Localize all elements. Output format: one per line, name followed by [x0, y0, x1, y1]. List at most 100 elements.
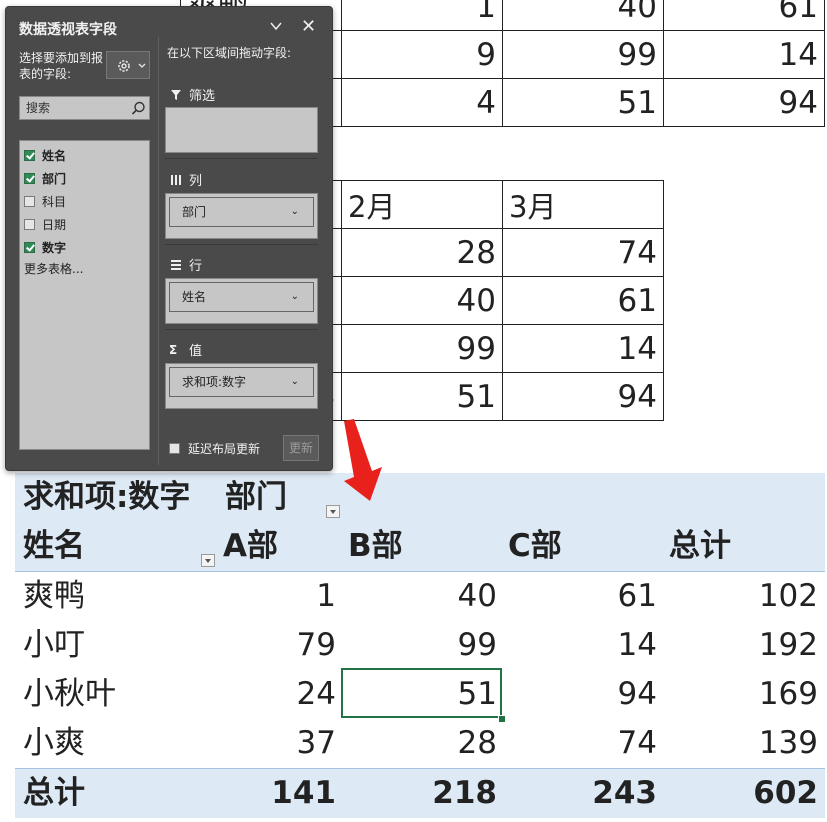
- field-item-department[interactable]: 部门: [20, 167, 149, 190]
- cell[interactable]: 51: [502, 78, 664, 127]
- field-item-name[interactable]: 姓名: [20, 144, 149, 167]
- cell[interactable]: 74: [502, 228, 664, 277]
- field-item-number[interactable]: 数字: [20, 236, 149, 259]
- area-separator: [165, 244, 318, 245]
- update-button[interactable]: 更新: [283, 435, 319, 461]
- rows-field-chip[interactable]: 姓名 ⌄: [169, 282, 314, 312]
- pivot-data-row: 小爽 37 28 74 139: [15, 719, 825, 768]
- search-input[interactable]: [20, 97, 132, 119]
- gear-icon: [118, 60, 130, 72]
- pivot-value-cell[interactable]: 99: [346, 621, 497, 670]
- pivot-grand-total-label[interactable]: 总计: [23, 769, 85, 818]
- column-filter-dropdown-icon[interactable]: [326, 505, 340, 518]
- filter-drop-area[interactable]: [165, 107, 318, 153]
- chevron-down-icon[interactable]: ⌄: [291, 283, 299, 311]
- chevron-down-icon[interactable]: ⌄: [291, 368, 299, 396]
- pivot-data-row: 小叮 79 99 14 192: [15, 621, 825, 670]
- tools-button[interactable]: [106, 51, 150, 79]
- pane-title: 数据透视表字段: [19, 22, 117, 38]
- chevron-down-icon: [138, 63, 146, 68]
- cell[interactable]: 28: [341, 228, 503, 277]
- defer-update-checkbox[interactable]: [169, 443, 180, 454]
- checkbox-checked[interactable]: [24, 173, 35, 184]
- pivot-value-cell[interactable]: 40: [346, 572, 497, 621]
- values-drop-area[interactable]: 求和项:数字 ⌄: [165, 363, 318, 409]
- pivot-value-cell[interactable]: 169: [667, 670, 818, 719]
- field-item-subject[interactable]: 科目: [20, 190, 149, 213]
- pivot-value-cell[interactable]: 24: [185, 670, 336, 719]
- pivot-value-cell[interactable]: 102: [667, 572, 818, 621]
- values-field-chip[interactable]: 求和项:数字 ⌄: [169, 367, 314, 397]
- cell[interactable]: 99: [341, 324, 503, 373]
- field-label: 数字: [42, 241, 67, 255]
- pivot-value-cell[interactable]: 74: [506, 719, 657, 768]
- pivot-value-cell[interactable]: 192: [667, 621, 818, 670]
- row-filter-dropdown-icon[interactable]: [201, 554, 215, 567]
- pivot-total-cell[interactable]: 243: [506, 769, 657, 818]
- cell[interactable]: 9: [341, 30, 503, 79]
- pivot-column-header[interactable]: C部: [508, 522, 562, 571]
- pivot-row-label[interactable]: 小叮: [23, 621, 85, 670]
- pivot-value-cell[interactable]: 28: [346, 719, 497, 768]
- cell[interactable]: 94: [663, 78, 825, 127]
- columns-icon: [171, 174, 181, 185]
- pane-divider: [158, 37, 159, 465]
- fill-handle[interactable]: [498, 715, 506, 723]
- pivot-row-label[interactable]: 小秋叶: [23, 670, 116, 719]
- pivot-column-header[interactable]: B部: [348, 522, 403, 571]
- pivot-value-cell[interactable]: 37: [185, 719, 336, 768]
- cell[interactable]: 14: [663, 30, 825, 79]
- cell[interactable]: 51: [341, 372, 503, 421]
- pivot-value-cell[interactable]: 139: [667, 719, 818, 768]
- chevron-down-icon[interactable]: [269, 19, 283, 33]
- area-separator: [165, 329, 318, 330]
- pivot-value-cell[interactable]: 94: [506, 670, 657, 719]
- columns-field-chip[interactable]: 部门 ⌄: [169, 197, 314, 227]
- more-tables-link[interactable]: 更多表格...: [20, 259, 149, 279]
- pivot-column-header[interactable]: A部: [223, 522, 278, 571]
- cell[interactable]: 40: [502, 0, 664, 31]
- checkbox-checked[interactable]: [24, 242, 35, 253]
- pivot-row-label[interactable]: 小爽: [23, 719, 85, 768]
- pivot-grand-total-row: 总计 141 218 243 602: [15, 768, 825, 818]
- pivot-total-cell[interactable]: 602: [667, 769, 818, 818]
- pivot-column-header-row: 姓名 A部 B部 C部 总计: [15, 522, 825, 572]
- header-cell[interactable]: 3月: [502, 180, 664, 229]
- checkbox-unchecked[interactable]: [24, 196, 35, 207]
- cell[interactable]: 61: [502, 276, 664, 325]
- chevron-down-icon[interactable]: ⌄: [291, 198, 299, 226]
- pivot-data-row: 爽鸭 1 40 61 102: [15, 572, 825, 621]
- selected-cell-outline: [341, 668, 502, 718]
- search-box: [19, 96, 150, 120]
- red-arrow-icon: [344, 419, 382, 501]
- cell[interactable]: 99: [502, 30, 664, 79]
- field-item-date[interactable]: 日期: [20, 213, 149, 236]
- pivot-value-cell[interactable]: 61: [506, 572, 657, 621]
- close-icon[interactable]: ✕: [301, 18, 316, 36]
- cell[interactable]: 4: [341, 78, 503, 127]
- pivot-row-label[interactable]: 爽鸭: [23, 572, 85, 621]
- pivot-column-field-label[interactable]: 部门: [225, 473, 287, 522]
- field-label: 部门: [42, 172, 67, 186]
- search-icon[interactable]: [131, 101, 146, 116]
- pivot-value-field-label[interactable]: 求和项:数字: [23, 473, 190, 522]
- cell[interactable]: 94: [502, 372, 664, 421]
- header-cell[interactable]: 2月: [341, 180, 503, 229]
- rows-drop-area[interactable]: 姓名 ⌄: [165, 278, 318, 324]
- area-separator: [165, 158, 318, 159]
- pivot-value-cell[interactable]: 1: [185, 572, 336, 621]
- pivot-total-cell[interactable]: 141: [185, 769, 336, 818]
- pivot-value-cell[interactable]: 79: [185, 621, 336, 670]
- pivot-column-header[interactable]: 总计: [669, 522, 731, 571]
- cell[interactable]: 14: [502, 324, 664, 373]
- cell[interactable]: 61: [663, 0, 825, 31]
- cell[interactable]: 40: [341, 276, 503, 325]
- pivot-value-cell[interactable]: 14: [506, 621, 657, 670]
- columns-drop-area[interactable]: 部门 ⌄: [165, 193, 318, 239]
- checkbox-checked[interactable]: [24, 150, 35, 161]
- checkbox-unchecked[interactable]: [24, 219, 35, 230]
- pivot-total-cell[interactable]: 218: [346, 769, 497, 818]
- pivot-row-field-label[interactable]: 姓名: [23, 522, 85, 571]
- field-label: 科目: [42, 195, 67, 209]
- cell[interactable]: 1: [341, 0, 503, 31]
